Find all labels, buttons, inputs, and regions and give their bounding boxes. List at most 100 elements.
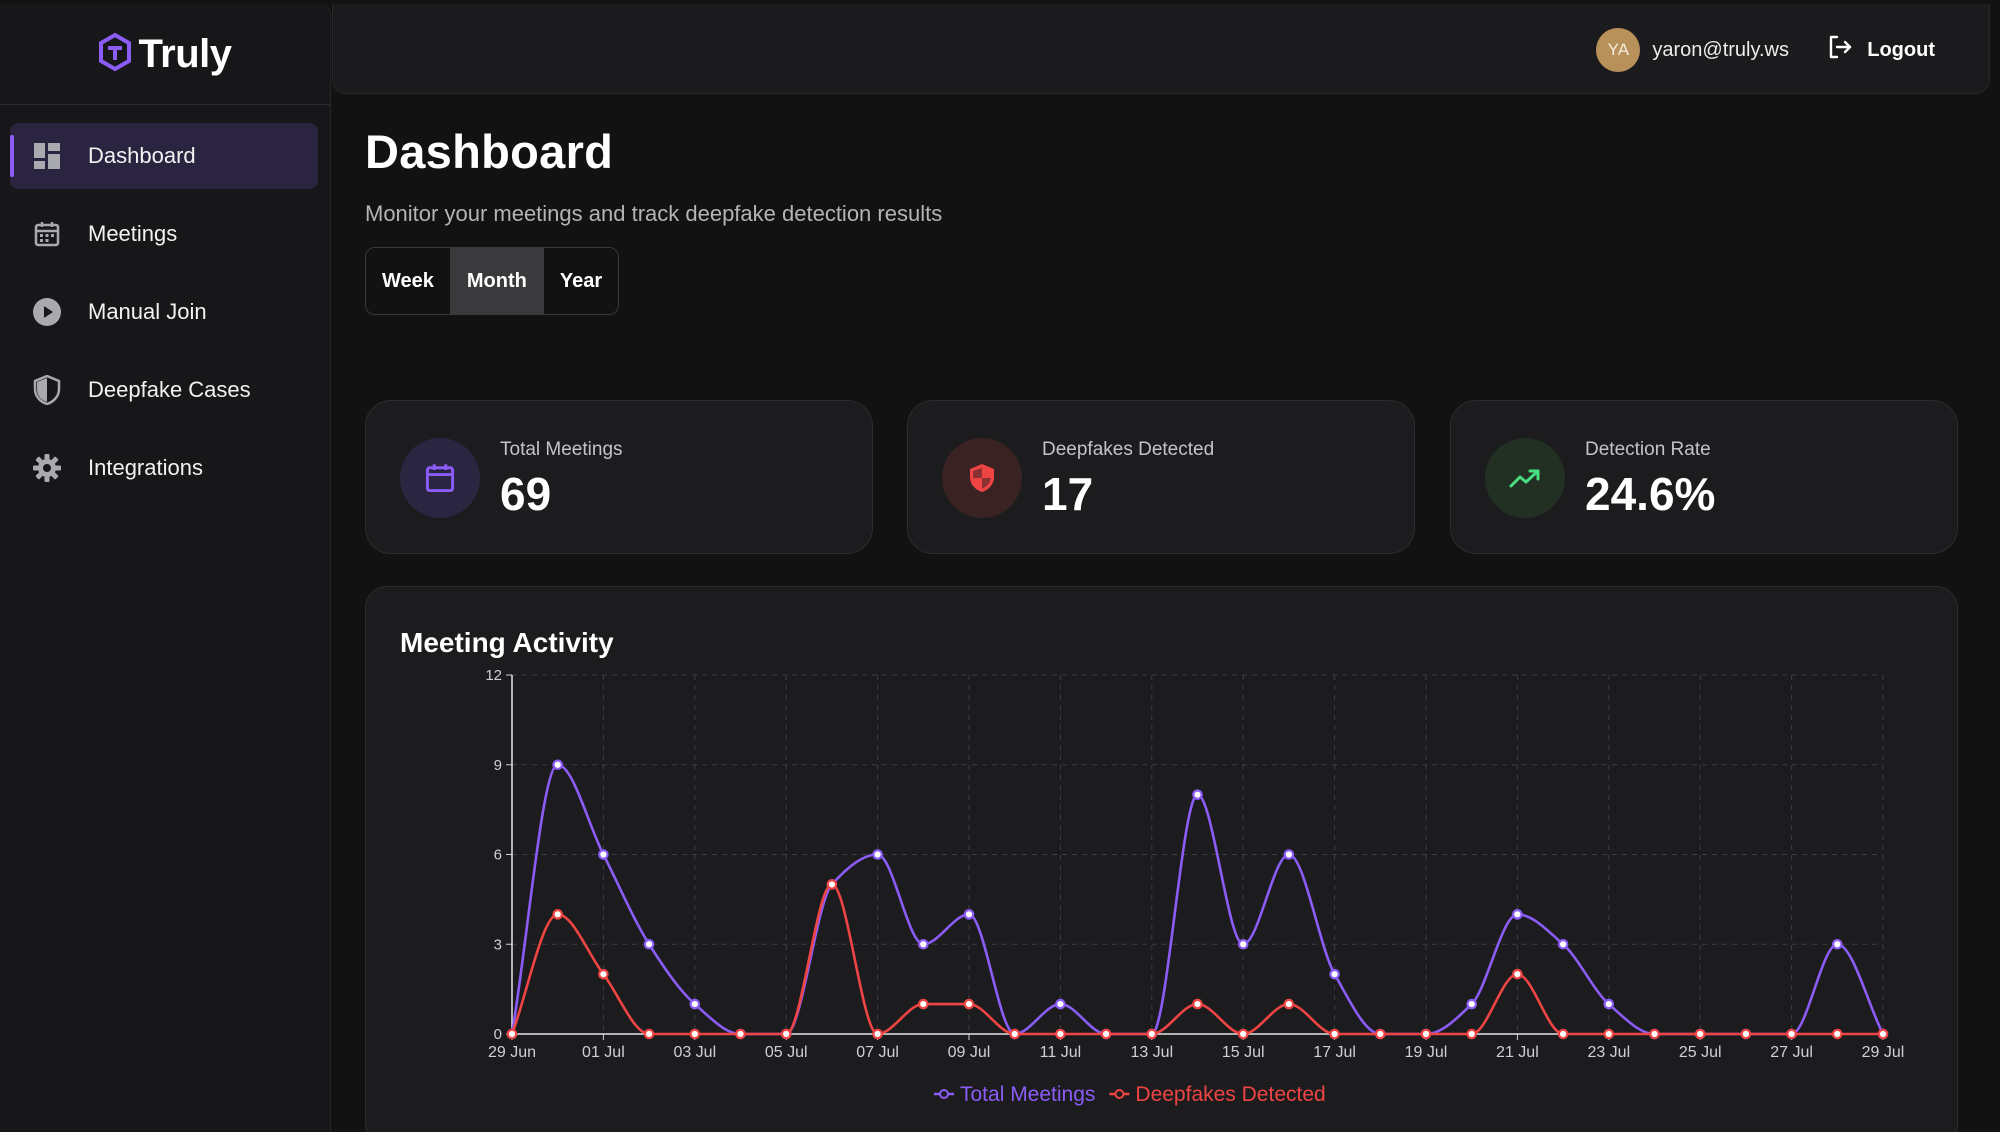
logout-button[interactable]: Logout — [1827, 28, 1935, 72]
data-point-total-meetings[interactable] — [1283, 849, 1295, 860]
data-point-deepfakes-detected[interactable] — [1649, 1028, 1660, 1040]
data-point-deepfakes-detected[interactable] — [1329, 1028, 1340, 1040]
data-point-total-meetings[interactable] — [963, 909, 975, 920]
page-subtitle: Monitor your meetings and track deepfake… — [365, 201, 943, 226]
x-tick-label: 23 Jul — [1587, 1044, 1630, 1061]
sidebar-item-label: Meetings — [88, 221, 178, 246]
x-tick-label: 09 Jul — [948, 1044, 991, 1061]
data-point-total-meetings[interactable] — [1237, 938, 1249, 950]
stat-value: 17 — [1042, 468, 1094, 520]
truly-logo-icon — [98, 32, 132, 76]
sidebar-item-manual-join[interactable]: Manual Join — [10, 279, 318, 345]
meeting-activity-chart-card: Meeting Activity 0 3 6 9 12 29 Jun 01 Jul 03 Ju… — [365, 586, 1958, 1132]
range-month-button[interactable]: Month — [450, 248, 544, 314]
data-point-deepfakes-detected[interactable] — [735, 1028, 746, 1040]
data-point-deepfakes-detected[interactable] — [1832, 1028, 1843, 1040]
page-title: Dashboard — [365, 125, 614, 178]
sidebar-item-dashboard[interactable]: Dashboard — [10, 123, 318, 189]
stat-card-deepfakes-detected: Deepfakes Detected 17 — [907, 400, 1415, 554]
x-tick-label: 13 Jul — [1130, 1044, 1173, 1061]
x-tick-label: 17 Jul — [1313, 1044, 1356, 1061]
data-point-total-meetings[interactable] — [1466, 998, 1477, 1010]
series-line-total-meetings — [510, 763, 1885, 1036]
x-tick-label: 05 Jul — [765, 1044, 808, 1061]
data-point-total-meetings[interactable] — [552, 759, 563, 771]
data-point-deepfakes-detected[interactable] — [1374, 1028, 1386, 1040]
y-tick-label: 12 — [485, 667, 502, 684]
legend-label-total-meetings[interactable]: Total Meetings — [960, 1083, 1095, 1106]
data-point-deepfakes-detected[interactable] — [1603, 1028, 1615, 1040]
data-point-deepfakes-detected[interactable] — [1420, 1028, 1432, 1040]
data-point-deepfakes-detected[interactable] — [552, 909, 563, 920]
logout-icon — [1827, 34, 1853, 66]
x-tick-label: 03 Jul — [673, 1044, 716, 1061]
data-point-deepfakes-detected[interactable] — [872, 1028, 883, 1040]
data-point-deepfakes-detected[interactable] — [1055, 1028, 1066, 1040]
stat-label: Detection Rate — [1585, 439, 1711, 460]
x-tick-label: 29 Jul — [1862, 1044, 1905, 1061]
data-point-total-meetings[interactable] — [689, 998, 701, 1010]
data-point-deepfakes-detected[interactable] — [963, 998, 975, 1010]
data-point-deepfakes-detected[interactable] — [1009, 1028, 1020, 1040]
data-point-deepfakes-detected[interactable] — [1877, 1028, 1889, 1040]
data-point-deepfakes-detected[interactable] — [826, 879, 838, 890]
data-point-total-meetings[interactable] — [598, 849, 609, 860]
data-point-total-meetings[interactable] — [1329, 968, 1340, 980]
user-menu[interactable]: YA yaron@truly.ws — [1596, 28, 1789, 72]
meeting-activity-chart: 0 3 6 9 12 29 Jun 01 Jul 03 Jul 05 Jul 07 Jul 09 J… — [485, 667, 1905, 1106]
data-point-deepfakes-detected[interactable] — [1466, 1028, 1477, 1040]
sidebar-item-label: Deepfake Cases — [88, 377, 251, 402]
data-point-deepfakes-detected[interactable] — [917, 998, 929, 1010]
shield-icon — [32, 375, 62, 405]
x-tick-label: 25 Jul — [1679, 1044, 1722, 1061]
data-point-deepfakes-detected[interactable] — [1694, 1028, 1706, 1040]
data-point-deepfakes-detected[interactable] — [643, 1028, 655, 1040]
data-point-total-meetings[interactable] — [872, 849, 883, 860]
time-range-selector: Week Month Year — [365, 247, 620, 315]
data-point-total-meetings[interactable] — [1832, 938, 1843, 950]
data-point-total-meetings[interactable] — [917, 938, 929, 950]
series-line-deepfakes-detected — [510, 883, 1883, 1036]
sidebar-item-integrations[interactable]: Integrations — [10, 435, 318, 501]
data-point-total-meetings[interactable] — [1557, 938, 1569, 950]
gear-icon — [32, 453, 62, 483]
data-point-deepfakes-detected[interactable] — [1283, 998, 1295, 1010]
data-point-deepfakes-detected[interactable] — [1557, 1028, 1569, 1040]
data-point-total-meetings[interactable] — [1512, 909, 1523, 920]
play-circle-icon — [32, 297, 62, 327]
stat-value: 69 — [500, 468, 552, 520]
shield-icon — [942, 438, 1022, 518]
logo[interactable]: Truly — [0, 4, 330, 105]
avatar: YA — [1596, 28, 1641, 72]
x-tick-label: 01 Jul — [582, 1044, 625, 1061]
data-point-deepfakes-detected[interactable] — [598, 968, 609, 980]
dashboard-icon — [32, 141, 62, 171]
stat-label: Deepfakes Detected — [1042, 439, 1215, 460]
data-point-deepfakes-detected[interactable] — [1192, 998, 1203, 1010]
legend-marker-total-meetings — [939, 1089, 949, 1099]
data-point-total-meetings[interactable] — [1192, 789, 1203, 800]
x-tick-label: 27 Jul — [1770, 1044, 1813, 1061]
range-week-button[interactable]: Week — [366, 248, 451, 314]
x-tick-label: 11 Jul — [1040, 1044, 1082, 1061]
legend-label-deepfakes-detected[interactable]: Deepfakes Detected — [1135, 1083, 1325, 1106]
sidebar-item-meetings[interactable]: Meetings — [10, 201, 318, 267]
data-point-deepfakes-detected[interactable] — [1786, 1028, 1797, 1040]
data-point-deepfakes-detected[interactable] — [1237, 1028, 1249, 1040]
data-point-deepfakes-detected[interactable] — [1512, 968, 1523, 980]
data-point-deepfakes-detected[interactable] — [780, 1028, 792, 1040]
data-point-total-meetings[interactable] — [1055, 998, 1066, 1010]
data-point-deepfakes-detected[interactable] — [689, 1028, 701, 1040]
data-point-total-meetings[interactable] — [1603, 998, 1615, 1010]
data-point-deepfakes-detected[interactable] — [1146, 1028, 1158, 1040]
sidebar-item-deepfake-cases[interactable]: Deepfake Cases — [10, 357, 318, 423]
data-point-deepfakes-detected[interactable] — [1100, 1028, 1112, 1040]
range-year-button[interactable]: Year — [543, 248, 619, 314]
y-tick-label: 3 — [494, 936, 502, 953]
user-email: yaron@truly.ws — [1652, 38, 1789, 61]
stat-card-total-meetings: Total Meetings 69 — [365, 400, 873, 554]
data-point-deepfakes-detected[interactable] — [506, 1028, 518, 1040]
sidebar-nav: Dashboard Meetings Manual Join Deepfake … — [0, 105, 330, 501]
data-point-deepfakes-detected[interactable] — [1740, 1028, 1752, 1040]
data-point-total-meetings[interactable] — [643, 938, 655, 950]
